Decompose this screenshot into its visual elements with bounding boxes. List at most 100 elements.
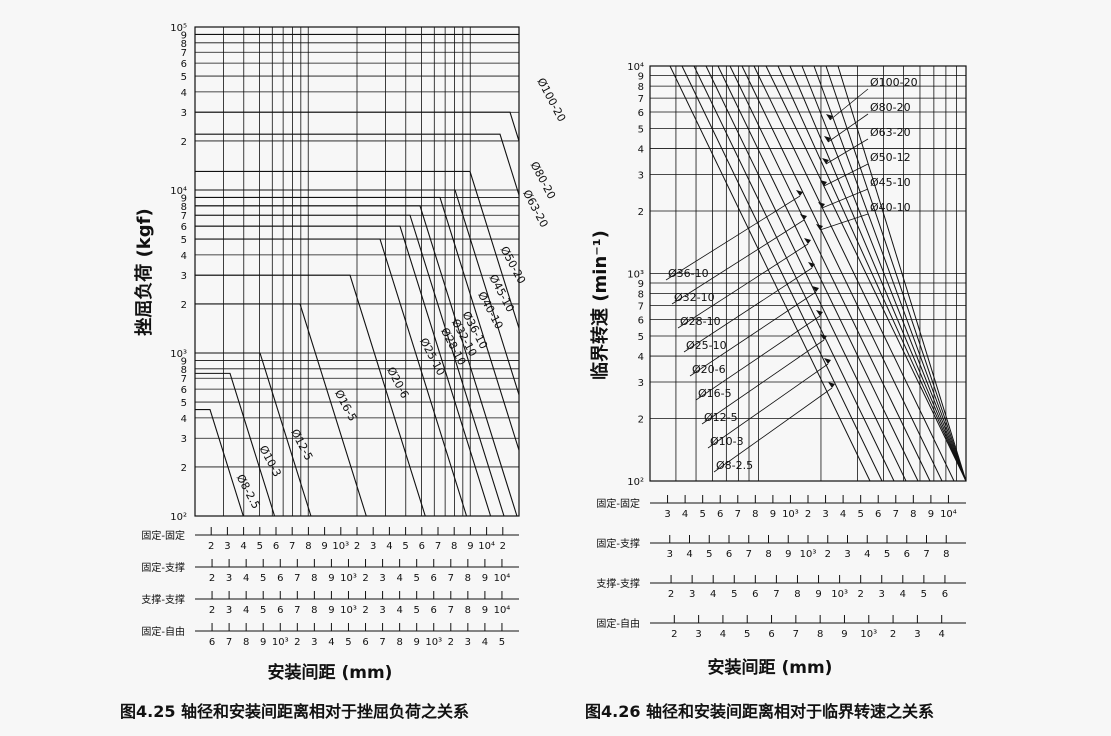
mount-scale-tick-label: 2 <box>668 589 674 600</box>
mount-scale-tick-label: 2 <box>805 509 811 520</box>
mount-scale-tick-label: 4 <box>243 605 249 616</box>
y-tick-label: 7 <box>181 374 187 385</box>
mount-scale-tick-label: 5 <box>699 509 705 520</box>
mount-scale-tick-label: 2 <box>671 629 677 640</box>
mount-scale-tick-label: 2 <box>500 541 506 552</box>
buckling-load-chart: 10²2345678910³2345678910⁴2345678910⁵Ø8-2… <box>133 23 568 683</box>
mount-scale-tick-label: 9 <box>785 549 791 560</box>
series-line <box>195 408 244 517</box>
y-tick-label: 2 <box>181 463 187 474</box>
y-tick-label: 7 <box>638 302 644 313</box>
mount-scale-tick-label: 7 <box>746 549 752 560</box>
mount-scale-tick-label: 3 <box>844 549 850 560</box>
y-tick-label: 10² <box>170 512 187 523</box>
series-label: Ø28-10 <box>680 315 721 328</box>
mount-scale-tick-label: 6 <box>277 573 283 584</box>
y-tick-label: 4 <box>181 88 187 99</box>
right-figure-caption: 图4.26 轴径和安装间距离相对于临界转速之关系 <box>585 702 935 721</box>
mount-scale-tick-label: 9 <box>928 509 934 520</box>
series-label: Ø16-5 <box>698 387 732 400</box>
y-axis-title: 挫屈负荷 (kgf) <box>133 208 155 335</box>
series-label: Ø25-10 <box>686 339 727 352</box>
mount-scale-tick-label: 6 <box>875 509 881 520</box>
series-label: Ø80-20 <box>870 101 911 114</box>
series-label: Ø100-20 <box>534 76 568 124</box>
mount-scale-tick-label: 9 <box>482 605 488 616</box>
mount-scale-tick-label: 6 <box>209 637 215 648</box>
y-tick-label: 2 <box>181 137 187 148</box>
mount-scale-tick-label: 8 <box>396 637 402 648</box>
mount-scale-tick-label: 8 <box>465 605 471 616</box>
y-tick-label: 2 <box>181 300 187 311</box>
mount-scale-tick-label: 10⁴ <box>478 541 495 552</box>
y-tick-label: 10³ <box>627 270 644 281</box>
mount-scale-tick-label: 7 <box>294 573 300 584</box>
series-label: Ø8-2.5 <box>234 472 263 511</box>
mount-scale-tick-label: 6 <box>273 541 279 552</box>
mount-scale-tick-label: 8 <box>765 549 771 560</box>
mount-type-label: 固定-自由 <box>596 617 640 630</box>
y-tick-label: 6 <box>638 108 644 119</box>
mount-scale-tick-label: 8 <box>311 605 317 616</box>
y-tick-label: 5 <box>638 332 644 343</box>
mount-scale-tick-label: 7 <box>923 549 929 560</box>
figure-canvas: 10²2345678910³2345678910⁴2345678910⁵Ø8-2… <box>133 23 967 683</box>
mount-scale-tick-label: 8 <box>311 573 317 584</box>
mount-scale-tick-label: 6 <box>768 629 774 640</box>
series-label: Ø100-20 <box>870 76 918 89</box>
y-tick-label: 4 <box>181 414 187 425</box>
mount-scale-tick-label: 7 <box>735 509 741 520</box>
mount-scale-tick-label: 5 <box>257 541 263 552</box>
y-tick-label: 9 <box>638 71 644 82</box>
y-tick-label: 3 <box>181 271 187 282</box>
mount-scale-tick-label: 10³ <box>860 629 877 640</box>
mount-scale-tick-label: 8 <box>817 629 823 640</box>
mount-scale-tick-label: 9 <box>482 573 488 584</box>
y-tick-label: 7 <box>181 48 187 59</box>
leader-arrow <box>828 382 835 388</box>
mount-scale-tick-label: 7 <box>448 605 454 616</box>
mount-scale-tick-label: 9 <box>260 637 266 648</box>
y-tick-label: 5 <box>181 72 187 83</box>
mount-type-label: 固定-支撑 <box>596 537 640 550</box>
mount-scale-tick-label: 10⁴ <box>494 605 511 616</box>
mount-scale-tick-label: 2 <box>208 541 214 552</box>
mount-scale-tick-label: 7 <box>226 637 232 648</box>
y-tick-label: 3 <box>181 108 187 119</box>
y-tick-label: 8 <box>638 290 644 301</box>
x-axis-title: 安装间距 (mm) <box>268 662 393 683</box>
leader-line <box>821 188 869 209</box>
mount-scale-tick-label: 2 <box>825 549 831 560</box>
mount-scale-tick-label: 2 <box>857 589 863 600</box>
leader-line <box>823 163 869 187</box>
series-label: Ø63-20 <box>870 126 911 139</box>
mount-scale-tick-label: 5 <box>345 637 351 648</box>
x-axis-title: 安装间距 (mm) <box>708 657 833 678</box>
mount-scale-tick-label: 10⁴ <box>940 509 957 520</box>
leader-line <box>689 291 817 377</box>
y-axis-title: 临界转速 (min⁻¹) <box>589 230 611 380</box>
mount-type-label: 支撑-支撑 <box>596 577 640 590</box>
mount-scale-tick-label: 7 <box>893 509 899 520</box>
y-tick-label: 6 <box>638 316 644 327</box>
y-tick-label: 7 <box>181 211 187 222</box>
mount-scale-tick-label: 7 <box>289 541 295 552</box>
mount-scale-tick-label: 5 <box>884 549 890 560</box>
mount-type-label: 固定-固定 <box>141 529 185 542</box>
mount-scale-tick-label: 3 <box>379 605 385 616</box>
mount-scale-tick-label: 2 <box>294 637 300 648</box>
mount-scale-tick-label: 8 <box>910 509 916 520</box>
leader-arrow <box>816 310 823 316</box>
series-label: Ø20-6 <box>692 363 726 376</box>
mount-scale-tick-label: 8 <box>794 589 800 600</box>
y-tick-label: 3 <box>181 434 187 445</box>
mount-scale-tick-label: 4 <box>328 637 334 648</box>
left-figure-caption: 图4.25 轴径和安装间距离相对于挫屈负荷之关系 <box>120 702 470 721</box>
y-tick-label: 5 <box>181 398 187 409</box>
mount-scale-tick-label: 3 <box>226 605 232 616</box>
mount-scale-tick-label: 6 <box>431 573 437 584</box>
mount-scale-tick-label: 4 <box>939 629 945 640</box>
series-label: Ø36-10 <box>668 267 709 280</box>
mount-scale-tick-label: 3 <box>689 589 695 600</box>
mount-scale-tick-label: 5 <box>260 573 266 584</box>
